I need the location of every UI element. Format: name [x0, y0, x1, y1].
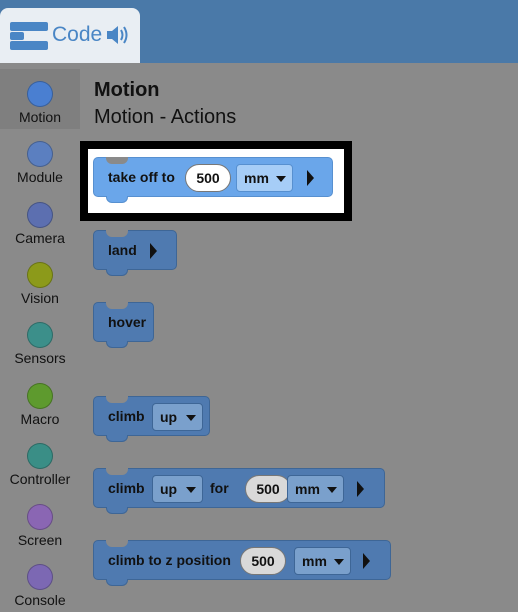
category-vision[interactable]: Vision	[0, 250, 80, 310]
play-arrow-icon	[363, 553, 370, 569]
land-label: land	[108, 242, 137, 258]
category-dot-icon	[27, 383, 53, 409]
category-label: Sensors	[14, 350, 66, 366]
category-dot-icon	[27, 504, 53, 530]
direction-value: up	[160, 481, 178, 497]
climb-for-label: climb	[108, 480, 145, 496]
climb-to-z-unit-dropdown[interactable]: mm	[294, 547, 351, 575]
category-macro[interactable]: Macro	[0, 371, 80, 431]
blocks-logo-icon	[10, 22, 48, 50]
category-dot-icon	[27, 141, 53, 167]
category-label: Module	[17, 169, 63, 185]
category-sidebar: Motion Module Camera Vision Sensors Macr…	[0, 63, 80, 610]
take-off-label: take off to	[108, 169, 175, 185]
category-controller[interactable]: Controller	[0, 431, 80, 491]
block-notch	[106, 396, 128, 403]
category-motion[interactable]: Motion	[0, 69, 80, 129]
take-off-unit-dropdown[interactable]: mm	[236, 164, 293, 192]
block-tab	[106, 196, 128, 203]
dropdown-arrow-icon	[334, 559, 344, 565]
category-label: Motion	[18, 109, 62, 125]
category-dot-icon	[27, 81, 53, 107]
climb-to-z-value-input[interactable]: 500	[240, 547, 286, 575]
climb-for-value-input[interactable]: 500	[245, 475, 291, 503]
climb-to-z-block[interactable]: climb to z position 500 mm	[93, 540, 391, 586]
speaker-icon[interactable]	[105, 24, 129, 46]
category-label: Screen	[17, 532, 63, 548]
block-notch	[106, 540, 128, 547]
land-block[interactable]: land	[93, 230, 177, 276]
category-dot-icon	[27, 443, 53, 469]
climb-to-z-label: climb to z position	[108, 552, 231, 568]
category-label: Console	[14, 592, 66, 608]
block-notch	[106, 302, 128, 309]
top-bar: Code	[0, 0, 518, 63]
code-tab[interactable]: Code	[0, 8, 140, 63]
category-dot-icon	[27, 322, 53, 348]
category-label: Macro	[20, 411, 60, 427]
take-off-value-input[interactable]: 500	[185, 164, 231, 192]
dropdown-arrow-icon	[327, 487, 337, 493]
block-notch	[106, 230, 128, 237]
play-arrow-icon	[150, 243, 157, 259]
dropdown-arrow-icon	[186, 415, 196, 421]
block-tab	[106, 579, 128, 586]
block-tab	[106, 269, 128, 276]
category-label: Camera	[15, 230, 65, 246]
play-arrow-icon	[357, 481, 364, 497]
unit-value: mm	[295, 481, 320, 497]
flyout-heading: Motion	[94, 79, 160, 101]
category-sensors[interactable]: Sensors	[0, 310, 80, 370]
block-tab	[106, 341, 128, 348]
unit-value: mm	[244, 170, 269, 186]
category-label: Controller	[9, 471, 71, 487]
climb-direction-dropdown[interactable]: up	[152, 403, 203, 431]
category-module[interactable]: Module	[0, 129, 80, 189]
unit-value: mm	[302, 553, 327, 569]
category-console[interactable]: Console	[0, 552, 80, 612]
climb-for-unit-dropdown[interactable]: mm	[287, 475, 344, 503]
climb-for-connector: for	[210, 480, 229, 496]
climb-label: climb	[108, 408, 145, 424]
hover-block[interactable]: hover	[93, 302, 154, 348]
category-dot-icon	[27, 564, 53, 590]
climb-for-direction-dropdown[interactable]: up	[152, 475, 203, 503]
category-dot-icon	[27, 262, 53, 288]
category-dot-icon	[27, 202, 53, 228]
code-tab-title: Code	[52, 23, 103, 46]
climb-for-block[interactable]: climb up for 500 mm	[93, 468, 385, 514]
play-arrow-icon	[307, 170, 314, 186]
flyout-subheading: Motion - Actions	[94, 106, 237, 128]
take-off-block[interactable]: take off to 500 mm	[93, 157, 333, 203]
category-camera[interactable]: Camera	[0, 190, 80, 250]
direction-value: up	[160, 409, 178, 425]
dropdown-arrow-icon	[186, 487, 196, 493]
category-label: Vision	[21, 290, 59, 306]
block-tab	[106, 507, 128, 514]
block-notch	[106, 157, 128, 164]
block-notch	[106, 468, 128, 475]
category-screen[interactable]: Screen	[0, 492, 80, 552]
dropdown-arrow-icon	[276, 176, 286, 182]
hover-label: hover	[108, 314, 147, 330]
climb-block[interactable]: climb up	[93, 396, 210, 442]
block-tab	[106, 435, 128, 442]
